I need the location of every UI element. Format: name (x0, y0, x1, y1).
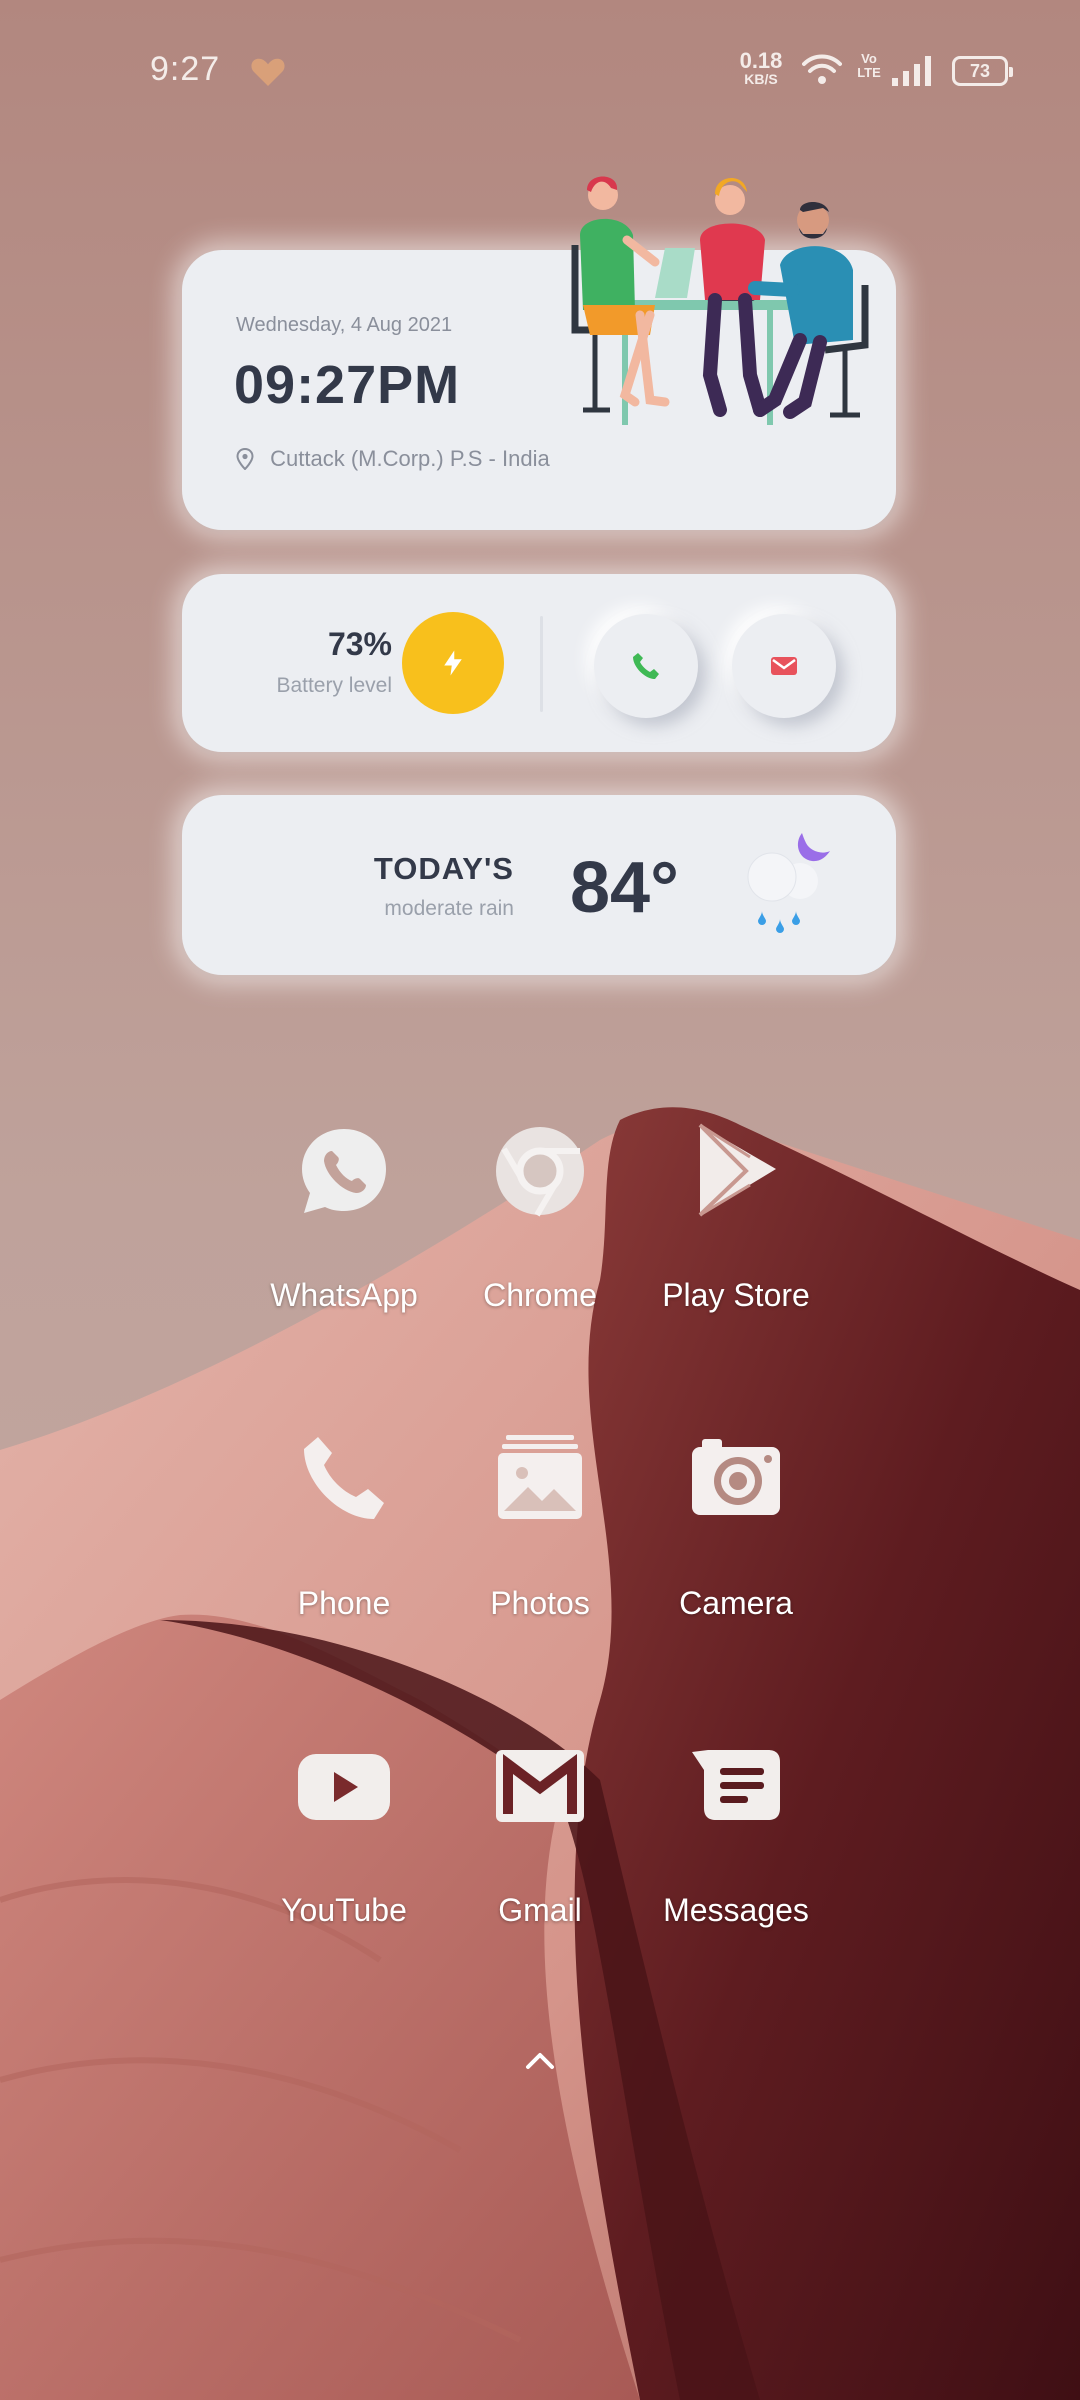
weather-widget[interactable]: TODAY'S moderate rain 84° (182, 795, 896, 975)
app-label: Gmail (498, 1892, 582, 1928)
app-label: Messages (663, 1892, 809, 1928)
clock-time: 09:27PM (234, 355, 461, 415)
whatsapp-icon (302, 1129, 386, 1213)
youtube-icon (298, 1754, 390, 1820)
network-speed: 0.18 KB/S (736, 48, 786, 87)
volte-indicator: Vo LTE (857, 52, 881, 80)
battery-icon: 73 (952, 56, 1013, 86)
weather-title: TODAY'S (373, 851, 514, 886)
app-label: Chrome (483, 1277, 597, 1313)
app-messages[interactable]: Messages (636, 1738, 836, 1938)
status-time: 9:27 (150, 50, 221, 88)
app-label: Phone (297, 1585, 391, 1621)
wifi-icon (802, 54, 842, 84)
clock-date: Wednesday, 4 Aug 2021 (236, 314, 453, 336)
play-store-icon (698, 1123, 776, 1217)
weather-temperature: 84° (570, 848, 679, 928)
app-camera[interactable]: Camera (636, 1431, 836, 1631)
photos-icon (498, 1435, 582, 1519)
app-label: Play Store (662, 1277, 810, 1313)
signal-icon (892, 56, 931, 86)
widget-divider (540, 616, 543, 712)
camera-icon (692, 1439, 780, 1515)
messages-icon (692, 1750, 780, 1820)
charging-indicator (402, 612, 504, 714)
battery-level-label: Battery level (276, 674, 392, 697)
app-youtube[interactable]: YouTube (244, 1738, 444, 1938)
mail-shortcut-button[interactable] (732, 614, 836, 718)
app-label: Photos (490, 1585, 590, 1621)
app-label: Camera (679, 1585, 793, 1621)
volte-bottom: LTE (857, 65, 881, 80)
weather-condition: moderate rain (384, 897, 514, 920)
app-label: WhatsApp (270, 1277, 418, 1313)
battery-level: 73% (327, 626, 392, 662)
volte-top: Vo (861, 51, 877, 66)
network-speed-value: 0.18 (739, 48, 783, 73)
lightning-bolt-icon (444, 650, 462, 676)
app-drawer-chevron-up-icon[interactable] (520, 2045, 560, 2075)
gmail-icon (496, 1750, 584, 1822)
battery-widget: 73% Battery level (182, 574, 896, 752)
call-shortcut-button[interactable] (594, 614, 698, 718)
network-speed-unit: KB/S (744, 71, 778, 87)
mail-icon (771, 657, 797, 675)
app-photos[interactable]: Photos (440, 1431, 640, 1631)
app-whatsapp[interactable]: WhatsApp (244, 1123, 444, 1323)
location-pin-icon (236, 448, 254, 470)
app-phone[interactable]: Phone (244, 1431, 444, 1631)
clock-location-text: Cuttack (M.Corp.) P.S - India (270, 446, 550, 471)
app-label: YouTube (281, 1892, 407, 1928)
meeting-illustration (571, 176, 869, 425)
chrome-icon (496, 1127, 584, 1217)
battery-level-text: 73 (969, 61, 991, 81)
phone-call-icon (633, 653, 659, 679)
clock-location: Cuttack (M.Corp.) P.S - India (236, 446, 550, 472)
night-rain-icon (747, 833, 830, 933)
app-play-store[interactable]: Play Store (636, 1123, 836, 1323)
app-gmail[interactable]: Gmail (440, 1738, 640, 1938)
heart-icon (251, 58, 285, 86)
app-chrome[interactable]: Chrome (440, 1123, 640, 1323)
phone-icon (304, 1437, 384, 1519)
status-bar: 9:27 0.18 KB/S Vo LTE 73 (0, 0, 1080, 140)
